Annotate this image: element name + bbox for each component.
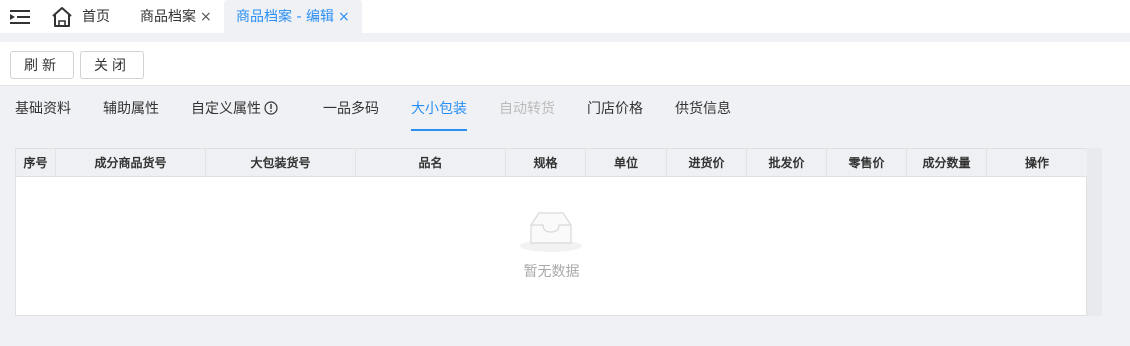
packaging-table: 序号 成分商品货号 大包装货号 品名 规格 单位 进货价 批发价 零售价 成分数… xyxy=(15,148,1087,316)
tab-label: 首页 xyxy=(82,9,110,25)
column-header[interactable]: 单位 xyxy=(586,149,667,177)
toolbar: 刷新 关闭 xyxy=(0,42,1130,86)
tab-label: 商品档案 xyxy=(140,9,196,25)
column-header[interactable]: 大包装货号 xyxy=(206,149,356,177)
column-header[interactable]: 品名 xyxy=(356,149,506,177)
tab-label: 自定义属性 xyxy=(191,101,261,117)
column-header[interactable]: 零售价 xyxy=(827,149,907,177)
tab-multi-barcode[interactable]: 一品多码 xyxy=(323,87,379,131)
table-scrollbar[interactable] xyxy=(1087,148,1102,316)
column-header[interactable]: 进货价 xyxy=(667,149,747,177)
column-header[interactable]: 成分数量 xyxy=(907,149,987,177)
tab-auto-transfer: 自动转货 xyxy=(499,101,555,117)
tab-packaging[interactable]: 大小包装 xyxy=(411,87,467,131)
refresh-button[interactable]: 刷新 xyxy=(10,51,74,79)
column-header[interactable]: 序号 xyxy=(16,149,56,177)
tab-store-price[interactable]: 门店价格 xyxy=(587,87,643,131)
column-header[interactable]: 规格 xyxy=(506,149,586,177)
info-circle-icon xyxy=(264,101,278,115)
tab-bar-divider xyxy=(0,33,1130,42)
tab-product-archive-edit[interactable]: 商品档案 - 编辑 × xyxy=(224,0,362,34)
detail-tabs: 基础资料 辅助属性 自定义属性 一品多码 大小包装 自动转货 门店价格 供货信息 xyxy=(0,87,1130,133)
empty-inbox-icon xyxy=(520,212,582,252)
menu-fold-icon[interactable] xyxy=(10,9,30,25)
tab-home[interactable]: 首页 xyxy=(82,0,110,34)
tab-bar: 首页 商品档案 × 商品档案 - 编辑 × xyxy=(0,0,1130,34)
tab-basic-info[interactable]: 基础资料 xyxy=(15,87,71,131)
tab-custom-attributes[interactable]: 自定义属性 xyxy=(191,87,278,131)
home-icon[interactable] xyxy=(50,5,74,29)
column-header[interactable]: 批发价 xyxy=(747,149,827,177)
table-header: 序号 成分商品货号 大包装货号 品名 规格 单位 进货价 批发价 零售价 成分数… xyxy=(16,149,1087,177)
tab-label: 商品档案 - 编辑 xyxy=(236,9,334,25)
close-icon[interactable]: × xyxy=(338,9,350,25)
close-icon[interactable]: × xyxy=(200,9,212,25)
tab-supply-info[interactable]: 供货信息 xyxy=(675,87,731,131)
close-button[interactable]: 关闭 xyxy=(80,51,144,79)
tab-product-archive[interactable]: 商品档案 × xyxy=(140,0,212,34)
column-header[interactable]: 成分商品货号 xyxy=(56,149,206,177)
empty-state-text: 暂无数据 xyxy=(523,264,580,280)
column-header[interactable]: 操作 xyxy=(987,149,1087,177)
tab-auxiliary-attributes[interactable]: 辅助属性 xyxy=(103,87,159,131)
